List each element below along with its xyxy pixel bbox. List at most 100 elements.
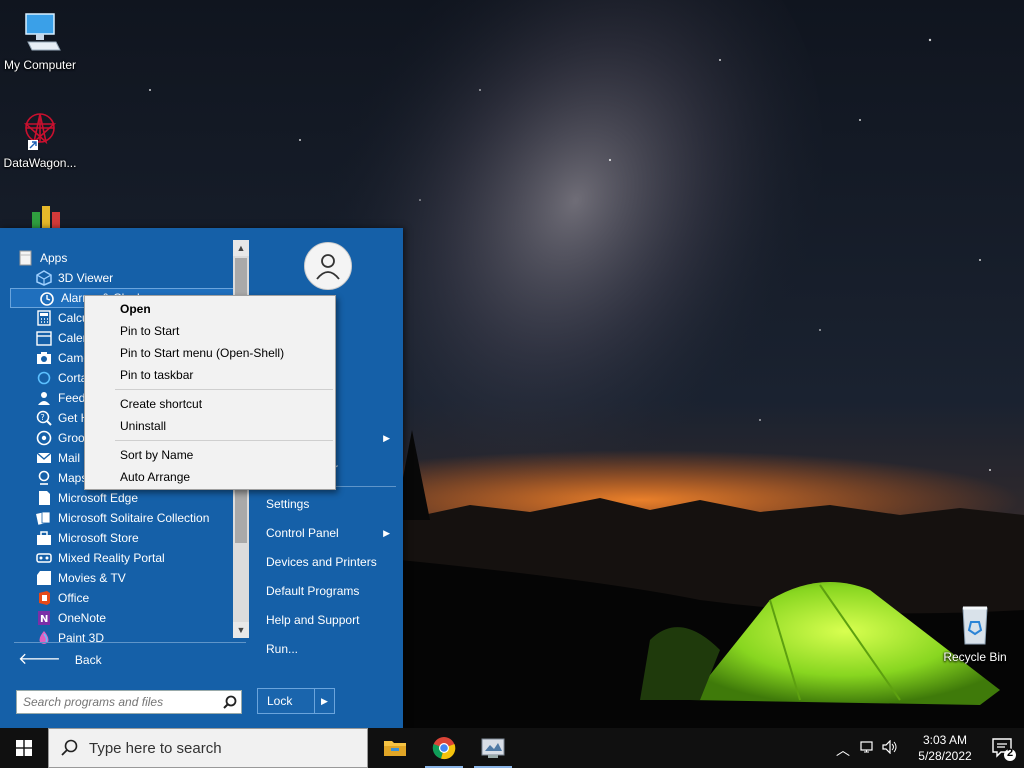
notification-center-button[interactable]: 2 — [989, 736, 1019, 762]
camera-icon — [36, 350, 52, 366]
program-label: Movies & TV — [58, 571, 126, 585]
search-icon[interactable] — [219, 695, 241, 709]
scroll-up-arrow-icon[interactable]: ▲ — [233, 240, 249, 256]
taskbar-chrome[interactable] — [421, 728, 467, 768]
chevron-right-icon[interactable]: ▶ — [314, 689, 334, 713]
taskbar-app-window[interactable] — [470, 728, 516, 768]
taskbar-file-explorer[interactable] — [372, 728, 418, 768]
program-item-microsoft-edge[interactable]: Microsoft Edge — [8, 488, 234, 508]
folder-icon — [384, 741, 406, 756]
program-item-paint-3d[interactable]: Paint 3D — [8, 628, 234, 648]
taskbar-clock[interactable]: 3:03 AM 5/28/2022 — [914, 732, 976, 764]
context-menu: Open Pin to Start Pin to Start menu (Ope… — [84, 295, 336, 490]
program-item-microsoft-store[interactable]: Microsoft Store — [8, 528, 234, 548]
volume-icon[interactable] — [882, 739, 898, 757]
menu-separator — [115, 440, 333, 441]
svg-text:N: N — [40, 614, 48, 625]
menu-item-uninstall[interactable]: Uninstall — [86, 415, 334, 437]
program-label: Mixed Reality Portal — [58, 551, 165, 565]
lock-label: Lock — [267, 694, 293, 708]
scroll-down-arrow-icon[interactable]: ▼ — [233, 622, 249, 638]
program-label: Microsoft Solitaire Collection — [58, 511, 210, 525]
program-item-mixed-reality[interactable]: Mixed Reality Portal — [8, 548, 234, 568]
back-button[interactable]: 🡐 Back — [14, 650, 246, 670]
menu-item-open[interactable]: Open — [86, 298, 334, 320]
menu-item-pin-to-taskbar[interactable]: Pin to taskbar — [86, 364, 334, 386]
clock-date: 5/28/2022 — [918, 749, 972, 763]
menu-item-pin-to-start-open-shell[interactable]: Pin to Start menu (Open-Shell) — [86, 342, 334, 364]
windows-logo-icon — [16, 740, 32, 756]
taskbar: Type here to search ︿ 3:03 AM 5/28/2022 … — [0, 728, 1024, 768]
notification-count-badge: 2 — [1006, 747, 1014, 759]
desktop-icon-partial[interactable] — [0, 202, 80, 228]
feedback-icon — [36, 390, 52, 406]
program-folder-apps[interactable]: Apps — [8, 248, 234, 268]
taskbar-search-box[interactable]: Type here to search — [48, 728, 368, 768]
recycle-bin-icon — [951, 600, 999, 648]
network-icon[interactable] — [860, 740, 876, 757]
start-search-box[interactable] — [16, 690, 242, 714]
search-icon — [49, 739, 89, 757]
notification-icon — [992, 738, 1016, 761]
desktop-icon-label: Recycle Bin — [943, 650, 1007, 664]
right-item-label: Devices and Printers — [266, 555, 377, 569]
menu-item-create-shortcut[interactable]: Create shortcut — [86, 393, 334, 415]
desktop-icon-label: My Computer — [3, 58, 77, 72]
desktop-icon-my-computer[interactable]: My Computer — [0, 8, 80, 72]
right-item-default-programs[interactable]: Default Programs — [258, 579, 396, 603]
film-icon — [36, 570, 52, 586]
program-item-3d-viewer[interactable]: 3D Viewer — [8, 268, 234, 288]
chevron-right-icon: ▶ — [383, 527, 390, 538]
chevron-right-icon: ▶ — [383, 432, 390, 443]
user-icon — [316, 254, 340, 280]
back-label: Back — [74, 653, 102, 667]
right-item-settings[interactable]: Settings — [258, 492, 396, 516]
right-item-control-panel[interactable]: Control Panel ▶ — [258, 521, 396, 545]
music-disc-icon — [36, 430, 52, 446]
right-item-label: Settings — [266, 497, 310, 511]
chevron-up-icon[interactable]: ︿ — [836, 740, 850, 760]
vr-headset-icon — [36, 550, 52, 566]
lock-button[interactable]: Lock ▶ — [257, 688, 335, 714]
calendar-icon — [36, 330, 52, 346]
program-label: Mail — [58, 451, 81, 465]
right-item-help-support[interactable]: Help and Support — [258, 608, 396, 632]
cards-icon — [36, 510, 52, 526]
folder-icon — [18, 250, 34, 266]
office-icon — [36, 590, 52, 606]
folder-label: Apps — [40, 251, 68, 265]
program-label: Office — [58, 591, 90, 605]
right-item-devices-printers[interactable]: Devices and Printers — [258, 550, 396, 574]
alarm-clock-icon — [39, 290, 55, 306]
clock-time: 3:03 AM — [922, 733, 968, 747]
cortana-icon — [36, 370, 52, 386]
cube-icon — [36, 270, 52, 286]
right-item-run[interactable]: Run... — [258, 637, 396, 661]
paint-drop-icon — [36, 630, 52, 646]
user-avatar[interactable] — [304, 242, 352, 290]
desktop-icon-datawagon[interactable]: DataWagon... — [0, 106, 80, 170]
document-icon — [36, 490, 52, 506]
start-search-input[interactable] — [17, 692, 219, 712]
program-item-office[interactable]: Office — [8, 588, 234, 608]
store-bag-icon — [36, 530, 52, 546]
program-item-solitaire[interactable]: Microsoft Solitaire Collection — [8, 508, 234, 528]
divider — [14, 642, 246, 643]
program-item-movies-tv[interactable]: Movies & TV — [8, 568, 234, 588]
svg-text:?: ? — [41, 413, 45, 422]
desktop-icon-recycle-bin[interactable]: Recycle Bin — [935, 600, 1015, 664]
app-shortcut-icon — [16, 202, 64, 228]
mail-icon — [36, 450, 52, 466]
right-item-label: Run... — [266, 642, 299, 656]
arrow-left-icon: 🡐 — [18, 651, 61, 668]
program-item-onenote[interactable]: N OneNote — [8, 608, 234, 628]
menu-item-sort-by-name[interactable]: Sort by Name — [86, 444, 334, 466]
taskbar-search-placeholder: Type here to search — [89, 739, 222, 757]
program-label: 3D Viewer — [58, 271, 114, 285]
program-label: OneNote — [58, 611, 107, 625]
start-button[interactable] — [0, 728, 48, 768]
program-label: Maps — [58, 471, 88, 485]
menu-item-pin-to-start[interactable]: Pin to Start — [86, 320, 334, 342]
menu-item-auto-arrange[interactable]: Auto Arrange — [86, 466, 334, 488]
program-label: Microsoft Store — [58, 531, 139, 545]
